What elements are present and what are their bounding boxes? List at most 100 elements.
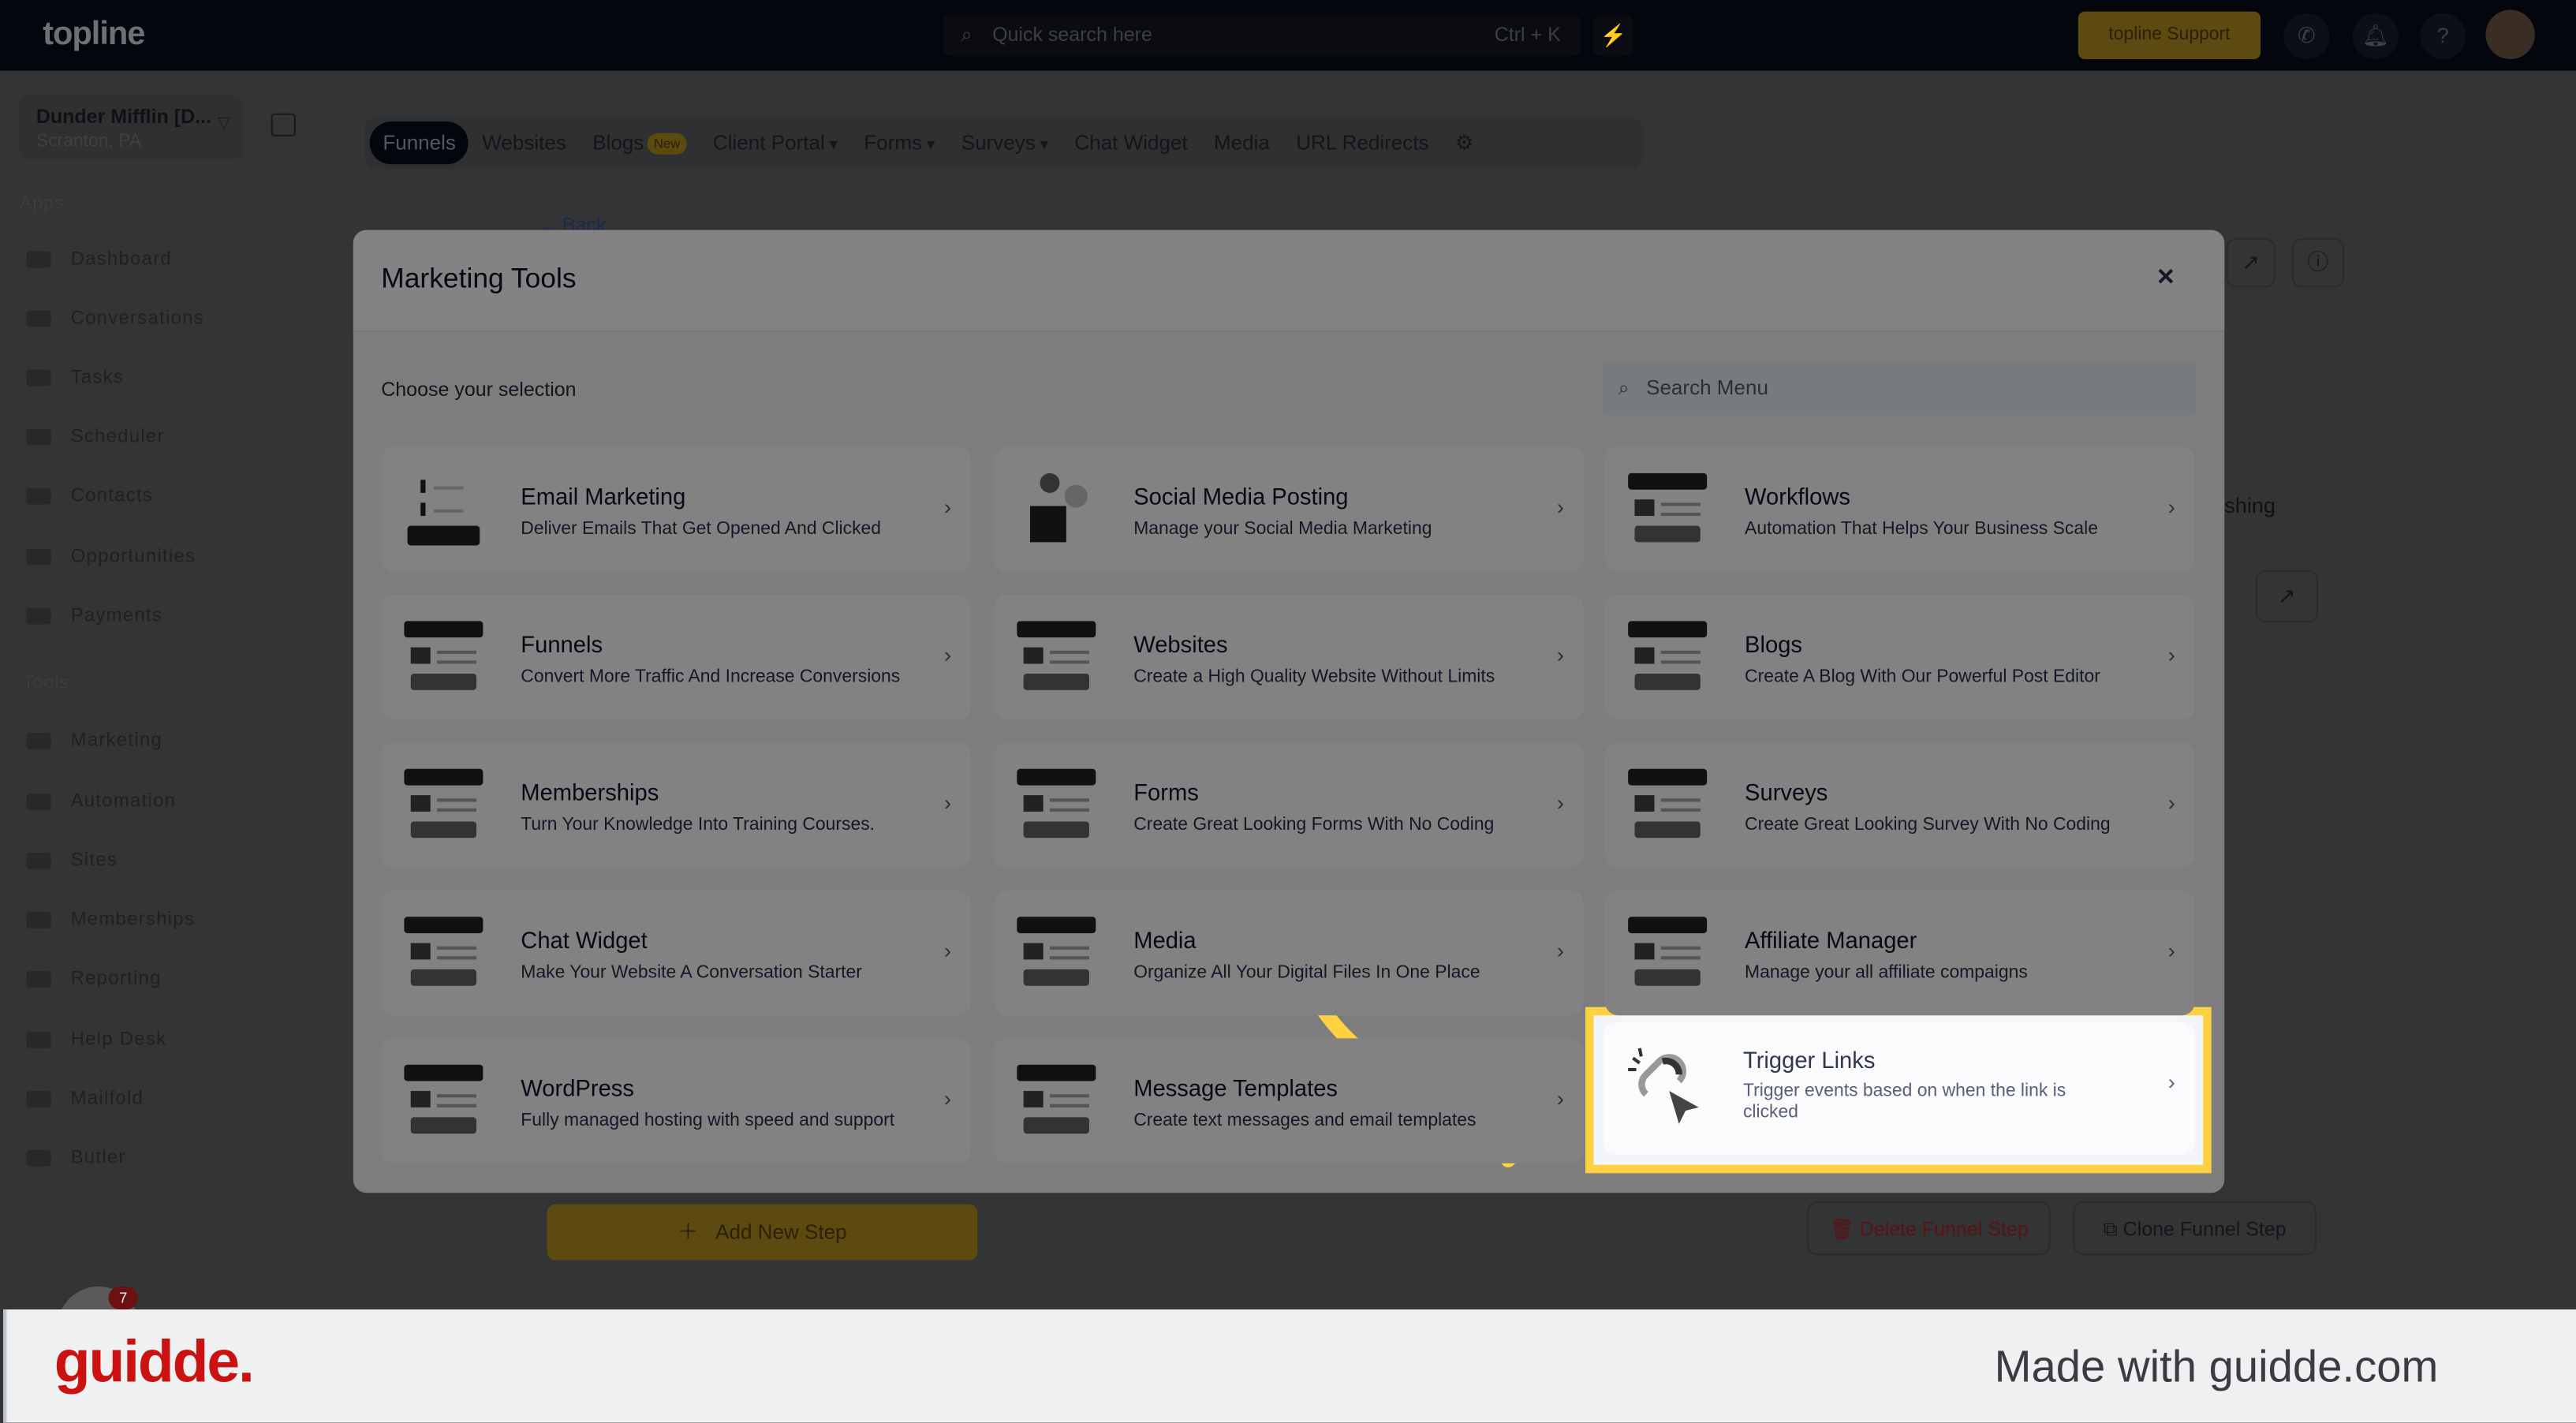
gear-icon[interactable]: ⚙ xyxy=(1442,121,1487,164)
sidebar-item-butler[interactable]: Butler xyxy=(26,1142,125,1175)
tool-card-wordpress[interactable]: WordPress Fully managed hosting with spee… xyxy=(381,1038,971,1163)
search-icon: ⌕ xyxy=(1618,375,1630,400)
sidebar-item-reporting[interactable]: Reporting xyxy=(26,963,161,996)
sidebar-item-mailfold[interactable]: Mailfold xyxy=(26,1083,144,1116)
sidebar-item-sites[interactable]: Sites xyxy=(26,845,118,878)
account-switcher[interactable]: Dunder Mifflin [D... Scranton, PA ▽ xyxy=(19,95,244,160)
tool-card-chat-widget[interactable]: Chat Widget Make Your Website A Conversat… xyxy=(381,890,971,1016)
membership-icon xyxy=(401,766,486,848)
sidebar-item-scheduler[interactable]: Scheduler xyxy=(26,420,164,454)
sidebar-toggle-icon[interactable] xyxy=(271,113,296,136)
tool-card-blogs[interactable]: Blogs Create A Blog With Our Powerful Pos… xyxy=(1605,595,2195,720)
affiliate-icon xyxy=(1625,913,1710,995)
card-title: Forms xyxy=(1133,779,1199,805)
sidebar-item-help-desk[interactable]: Help Desk xyxy=(26,1024,166,1057)
tab-label: Forms xyxy=(864,131,923,155)
card-title: Websites xyxy=(1133,630,1228,658)
card-description: Convert More Traffic And Increase Conver… xyxy=(521,667,901,687)
tool-card-email-marketing[interactable]: Email Marketing Deliver Emails That Get O… xyxy=(381,446,971,572)
sidebar-item-tasks[interactable]: Tasks xyxy=(26,361,124,394)
tool-card-websites[interactable]: Websites Create a High Quality Website Wi… xyxy=(994,595,1584,720)
help-icon[interactable]: ? xyxy=(2420,13,2466,59)
trash-icon: 🗑︎ xyxy=(1828,1217,1860,1241)
support-button[interactable]: topline Support xyxy=(2078,11,2261,59)
search-menu-input[interactable]: ⌕ Search Menu xyxy=(1601,361,2197,416)
add-new-step-button[interactable]: ＋ Add New Step xyxy=(547,1204,978,1261)
sidebar-item-contacts[interactable]: Contacts xyxy=(26,480,153,513)
tool-card-workflows[interactable]: Workflows Automation That Helps Your Busi… xyxy=(1605,446,2195,572)
avatar[interactable] xyxy=(2485,9,2535,59)
media-icon xyxy=(1014,913,1099,995)
external-link-icon[interactable]: ↗ xyxy=(2226,238,2275,288)
sidebar-item-memberships[interactable]: Memberships xyxy=(26,904,195,937)
card-description: Manage your all affiliate compaigns xyxy=(1745,962,2028,983)
tab-surveys[interactable]: Surveys ▾ xyxy=(948,121,1062,164)
close-icon[interactable]: × xyxy=(2157,260,2175,294)
tab-url-redirects[interactable]: URL Redirects xyxy=(1283,121,1443,164)
chevron-right-icon: › xyxy=(2167,790,2175,816)
sidebar-icon xyxy=(26,428,51,446)
sidebar-item-dashboard[interactable]: Dashboard xyxy=(26,243,172,276)
tab-funnels[interactable]: Funnels xyxy=(369,121,469,165)
chevron-right-icon: › xyxy=(2167,938,2175,963)
tab-chat-widget[interactable]: Chat Widget xyxy=(1062,121,1201,164)
sidebar-item-marketing[interactable]: Marketing xyxy=(26,725,162,758)
new-badge: New xyxy=(647,133,687,155)
tool-card-trigger-links[interactable]: Trigger Links Trigger events based on whe… xyxy=(1603,1021,2195,1156)
card-description: Trigger events based on when the link is… xyxy=(1742,1081,2066,1122)
chevron-down-icon: ▽ xyxy=(217,114,230,133)
delete-label: Delete Funnel Step xyxy=(1859,1217,2029,1241)
sidebar-icon xyxy=(26,794,51,810)
sidebar-icon xyxy=(26,1032,51,1048)
tab-media[interactable]: Media xyxy=(1200,121,1282,164)
tool-card-surveys[interactable]: Surveys Create Great Looking Survey With … xyxy=(1605,742,2195,868)
info-icon[interactable]: ⓘ xyxy=(2291,238,2345,288)
sidebar-icon xyxy=(26,1091,51,1107)
sidebar-item-label: Tasks xyxy=(70,368,125,388)
card-title: Chat Widget xyxy=(521,926,648,954)
sidebar-icon xyxy=(26,369,51,387)
card-title: Funnels xyxy=(521,630,603,658)
chevron-right-icon: › xyxy=(1556,642,1564,667)
tool-card-funnels[interactable]: Funnels Convert More Traffic And Increase… xyxy=(381,595,971,720)
tool-card-forms[interactable]: Forms Create Great Looking Forms With No … xyxy=(994,742,1584,868)
sidebar-item-conversations[interactable]: Conversations xyxy=(26,302,204,335)
tool-card-memberships[interactable]: Memberships Turn Your Knowledge Into Trai… xyxy=(381,742,971,868)
made-with-text: Made with guidde.com xyxy=(1994,1342,2439,1392)
tab-forms[interactable]: Forms ▾ xyxy=(851,121,948,164)
sidebar-item-label: Help Desk xyxy=(70,1029,167,1050)
tool-card-affiliate-manager[interactable]: Affiliate Manager Manage your all affilia… xyxy=(1605,890,2195,1016)
tab-label: Media xyxy=(1213,131,1270,155)
sidebar-item-automation[interactable]: Automation xyxy=(26,786,176,819)
bell-icon[interactable]: 🔔︎ xyxy=(2352,13,2399,59)
chevron-right-icon: › xyxy=(1556,790,1564,816)
tool-card-media[interactable]: Media Organize All Your Digital Files In … xyxy=(994,890,1584,1016)
external-link-icon[interactable]: ↗ xyxy=(2255,570,2318,623)
clone-funnel-step-button[interactable]: ⧉ Clone Funnel Step xyxy=(2073,1201,2317,1256)
tab-label: Websites xyxy=(482,131,566,155)
sidebar-icon xyxy=(26,970,51,988)
tab-label: Blogs xyxy=(592,131,644,155)
tool-card-message-templates[interactable]: Message Templates Create text messages an… xyxy=(994,1038,1584,1163)
tab-websites[interactable]: Websites xyxy=(469,121,580,164)
tab-client-portal[interactable]: Client Portal ▾ xyxy=(700,121,850,164)
funnel-icon xyxy=(401,618,486,700)
chat-icon xyxy=(401,913,486,995)
modal-subtitle: Choose your selection xyxy=(381,378,577,402)
workflow-icon xyxy=(1625,470,1710,552)
card-title: Workflows xyxy=(1745,483,1851,510)
delete-funnel-step-button[interactable]: 🗑︎ Delete Funnel Step xyxy=(1807,1201,2051,1256)
tab-blogs[interactable]: Blogs New xyxy=(580,121,700,164)
screen: topline ⌕ Quick search here Ctrl + K ⚡ t… xyxy=(0,0,2576,1423)
phone-icon[interactable]: ✆ xyxy=(2283,13,2330,59)
quick-search-input[interactable]: ⌕ Quick search here Ctrl + K xyxy=(943,14,1581,56)
sidebar-item-label: Conversations xyxy=(70,308,204,329)
card-description: Create Great Looking Survey With No Codi… xyxy=(1745,815,2111,835)
lightning-icon[interactable]: ⚡ xyxy=(1593,14,1633,56)
sidebar-item-payments[interactable]: Payments xyxy=(26,599,162,633)
partial-text: shing xyxy=(2224,492,2275,518)
tools-section-label: Tools xyxy=(23,673,69,693)
modal-header xyxy=(353,230,2225,332)
tool-card-social-media-posting[interactable]: Social Media Posting Manage your Social M… xyxy=(994,446,1584,572)
sidebar-item-opportunities[interactable]: Opportunities xyxy=(26,540,196,573)
